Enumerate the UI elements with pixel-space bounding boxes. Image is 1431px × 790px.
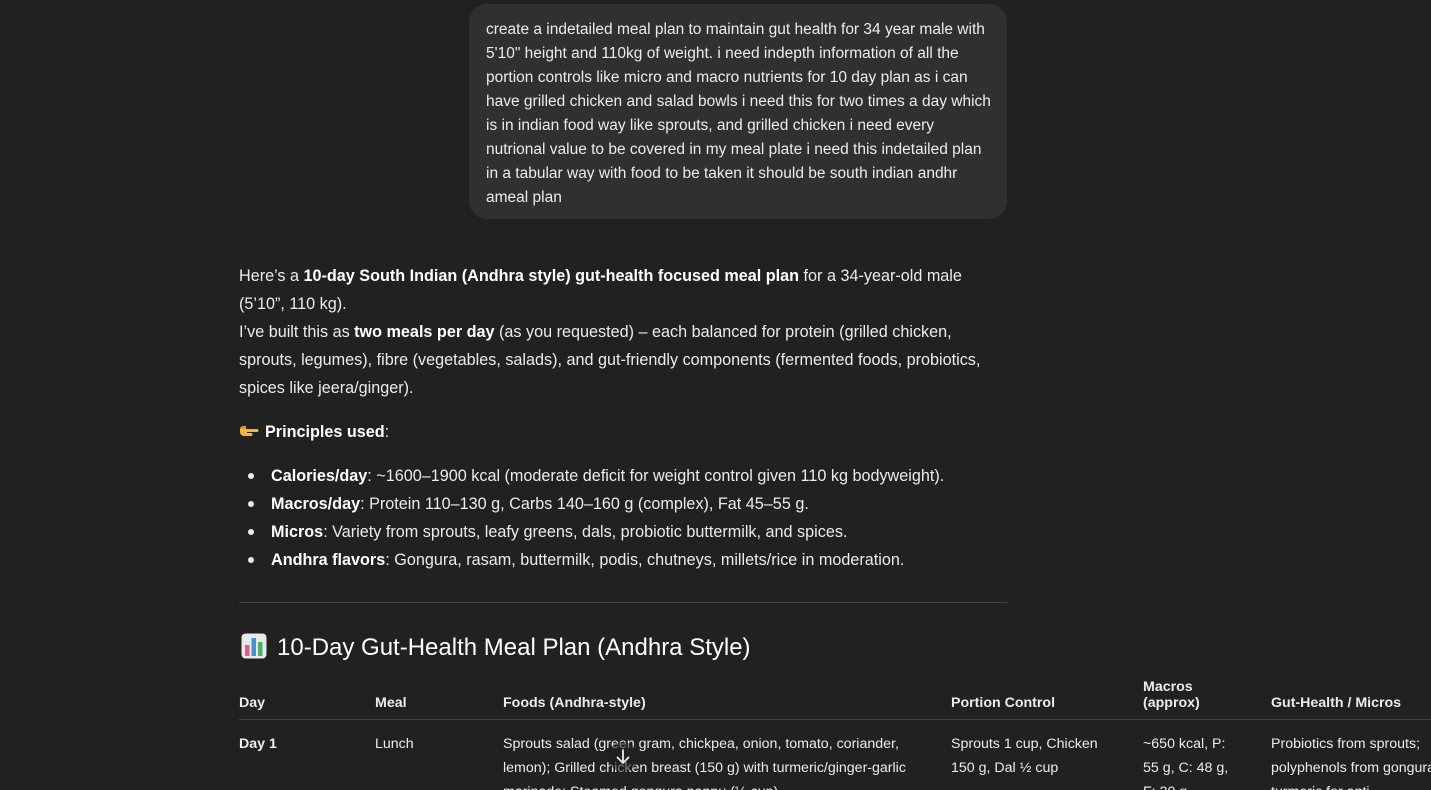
header-foods: Foods (Andhra-style) — [503, 695, 646, 711]
table-header: Day Meal Foods (Andhra-style) Portion Co… — [239, 676, 1431, 720]
intro-text: Here’s a — [239, 267, 304, 285]
list-item-text: : Gongura, rasam, buttermilk, podis, chu… — [385, 551, 905, 569]
list-item: Andhra flavors: Gongura, rasam, buttermi… — [239, 546, 1007, 574]
header-macros: Macros (approx) — [1143, 679, 1200, 711]
cell-portion: Sprouts 1 cup, Chicken 150 g, Dal ½ cup — [951, 736, 1098, 776]
cell-meal: Lunch — [375, 736, 414, 752]
bar-chart-icon — [241, 633, 267, 659]
plan-heading: 10-Day Gut-Health Meal Plan (Andhra Styl… — [241, 630, 751, 666]
assistant-response: Here’s a 10-day South Indian (Andhra sty… — [239, 262, 1007, 574]
list-item: Macros/day: Protein 110–130 g, Carbs 140… — [239, 490, 1007, 518]
list-item-key: Macros/day — [271, 495, 361, 513]
list-item-text: : Protein 110–130 g, Carbs 140–160 g (co… — [360, 495, 809, 513]
chat-page: create a indetailed meal plan to maintai… — [0, 0, 1431, 790]
principles-list: Calories/day: ~1600–1900 kcal (moderate … — [239, 462, 1007, 574]
list-item-text: : Variety from sprouts, leafy greens, da… — [323, 523, 848, 541]
header-day: Day — [239, 695, 266, 711]
intro-text: I’ve built this as — [239, 323, 355, 341]
cell-macros: ~650 kcal, P: 55 g, C: 48 g, F: 20 g — [1143, 736, 1229, 790]
list-item: Micros: Variety from sprouts, leafy gree… — [239, 518, 1007, 546]
principles-heading: Principles used: — [239, 418, 1007, 446]
section-divider — [239, 602, 1007, 603]
meal-plan-table: Day Meal Foods (Andhra-style) Portion Co… — [239, 676, 1431, 790]
intro-paragraph-1: Here’s a 10-day South Indian (Andhra sty… — [239, 262, 1007, 318]
list-item-text: : ~1600–1900 kcal (moderate deficit for … — [367, 467, 945, 485]
intro-paragraph-2: I’ve built this as two meals per day (as… — [239, 318, 1007, 402]
table-row: Day 1 Lunch Sprouts salad (green gram, c… — [239, 720, 1431, 790]
list-item: Calories/day: ~1600–1900 kcal (moderate … — [239, 462, 1007, 490]
cell-day: Day 1 — [239, 736, 277, 752]
intro-emphasis: 10-day South Indian (Andhra style) gut-h… — [303, 267, 800, 285]
plan-title: 10-Day Gut-Health Meal Plan (Andhra Styl… — [277, 634, 751, 661]
list-item-key: Calories/day — [271, 467, 368, 485]
header-meal: Meal — [375, 695, 407, 711]
cell-gut-health: Probiotics from sprouts; polyphenols fro… — [1271, 736, 1431, 790]
pointing-hand-icon — [240, 426, 259, 436]
scroll-to-bottom-button[interactable] — [608, 742, 638, 772]
user-message-bubble: create a indetailed meal plan to maintai… — [469, 4, 1007, 219]
intro-emphasis: two meals per day — [354, 323, 495, 341]
principles-colon: : — [384, 423, 390, 441]
list-item-key: Andhra flavors — [271, 551, 386, 569]
cell-foods: Sprouts salad (green gram, chickpea, oni… — [503, 736, 906, 790]
user-message-text: create a indetailed meal plan to maintai… — [486, 21, 991, 206]
arrow-down-icon — [616, 749, 630, 764]
header-gut-health: Gut-Health / Micros — [1271, 695, 1402, 711]
principles-label: Principles used — [265, 423, 385, 441]
header-portion: Portion Control — [951, 695, 1056, 711]
list-item-key: Micros — [271, 523, 324, 541]
